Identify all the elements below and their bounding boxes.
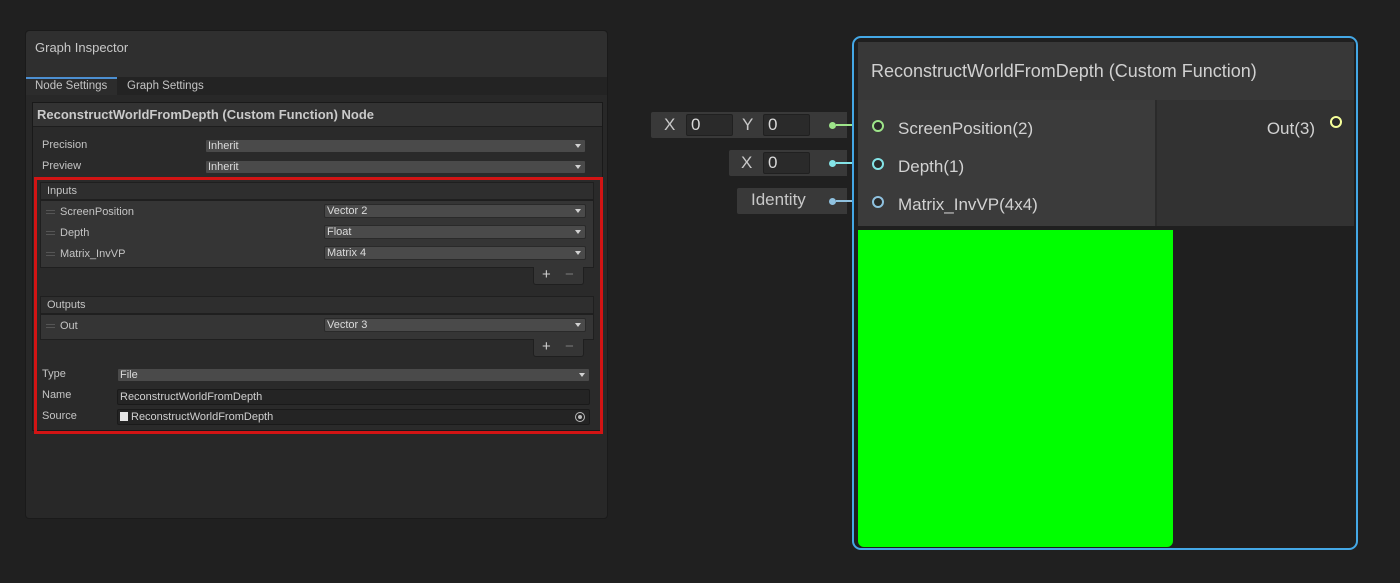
x-axis-label: X — [664, 115, 676, 134]
y-axis-label: Y — [742, 115, 754, 134]
port-label: Depth(1) — [898, 157, 965, 176]
tab-graph-settings[interactable]: Graph Settings — [118, 77, 213, 95]
node-preview — [858, 230, 1173, 547]
node-settings-header: ReconstructWorldFromDepth (Custom Functi… — [33, 103, 602, 127]
chevron-down-icon — [575, 165, 581, 169]
x-value-field[interactable]: 0 — [763, 152, 810, 174]
preview-value: Inherit — [208, 161, 239, 173]
x-value-field[interactable]: 0 — [686, 114, 733, 136]
tab-node-settings[interactable]: Node Settings — [26, 77, 117, 95]
output-port-out[interactable]: Out(3) — [1157, 116, 1354, 143]
custom-function-node[interactable]: ReconstructWorldFromDepth (Custom Functi… — [852, 36, 1358, 550]
precision-dropdown[interactable]: Inherit — [205, 139, 586, 153]
node-input-ports: ScreenPosition(2) Depth(1) Matrix_InvVP(… — [858, 100, 1155, 226]
x-axis-label: X — [741, 153, 753, 172]
inspector-title: Graph Inspector — [26, 31, 607, 77]
depth-connector-dot — [829, 160, 836, 167]
y-value-field[interactable]: 0 — [763, 114, 810, 136]
port-ring-icon[interactable] — [872, 158, 884, 170]
input-port-screenposition[interactable]: ScreenPosition(2) — [858, 119, 1155, 143]
highlight-box — [34, 177, 603, 434]
screenposition-connector-dot — [829, 122, 836, 129]
precision-label: Precision — [42, 139, 88, 151]
input-port-matrix[interactable]: Matrix_InvVP(4x4) — [858, 195, 1155, 219]
port-ring-icon[interactable] — [1330, 116, 1342, 128]
chevron-down-icon — [575, 144, 581, 148]
matrix-connector-dot — [829, 198, 836, 205]
inspector-tabbar: Node Settings Graph Settings — [26, 77, 607, 95]
precision-value: Inherit — [208, 140, 239, 152]
port-label: Out(3) — [1266, 119, 1315, 138]
preview-label: Preview — [42, 160, 82, 172]
screenposition-inline-input: X 0 Y 0 — [651, 112, 847, 138]
matrix-value[interactable]: Identity — [751, 190, 806, 210]
node-output-ports: Out(3) — [1155, 100, 1354, 226]
port-ring-icon[interactable] — [872, 120, 884, 132]
input-port-depth[interactable]: Depth(1) — [858, 157, 1155, 181]
port-label: Matrix_InvVP(4x4) — [898, 195, 1038, 214]
preview-dropdown[interactable]: Inherit — [205, 160, 586, 174]
node-title[interactable]: ReconstructWorldFromDepth (Custom Functi… — [858, 42, 1354, 100]
port-ring-icon[interactable] — [872, 196, 884, 208]
port-label: ScreenPosition(2) — [898, 119, 1034, 138]
